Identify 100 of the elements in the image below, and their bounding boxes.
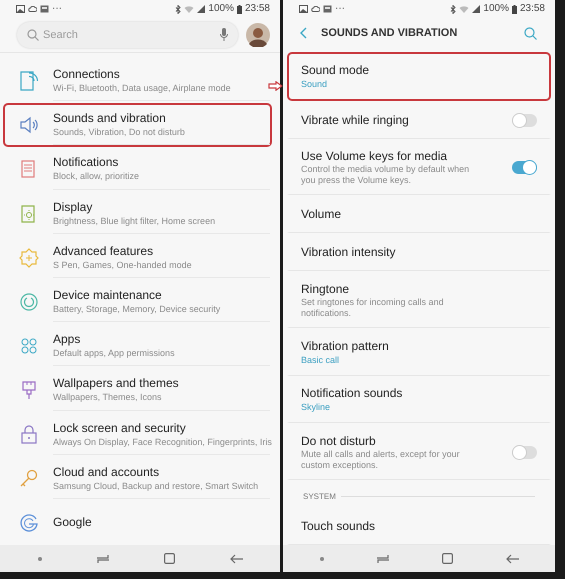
settings-item[interactable]: Use Volume keys for media Control the media volume by default when you press the Volume keys. (287, 138, 551, 196)
search-icon (27, 28, 39, 40)
settings-item[interactable]: Sound mode Sound (287, 52, 551, 101)
settings-item[interactable]: Device maintenance Battery, Storage, Memory, Device security (3, 280, 272, 324)
item-title: Vibration intensity (301, 245, 396, 260)
item-subtitle: Always On Display, Face Recognition, Fingerprints, Iris (53, 436, 270, 448)
item-subtitle: Default apps, App permissions (53, 347, 176, 360)
microphone-icon[interactable] (220, 28, 228, 41)
cloud-icon (28, 6, 37, 12)
avatar[interactable] (246, 22, 270, 46)
settings-item[interactable]: Do not disturb Mute all calls and alerts, except for your custom exceptions. (287, 423, 551, 480)
recent-apps-icon[interactable] (96, 554, 108, 564)
item-title: Advanced features (53, 244, 154, 259)
toggle-switch[interactable] (512, 160, 537, 174)
dot-icon[interactable] (320, 556, 324, 560)
battery-percentage: 100% (483, 4, 509, 14)
gear-plus-icon (18, 246, 40, 269)
item-title: Google (53, 515, 93, 530)
item-title: Cloud and accounts (53, 464, 160, 480)
item-title: Vibrate while ringing (301, 112, 410, 128)
settings-item[interactable]: Apps Default apps, App permissions (3, 324, 272, 368)
item-title: Sound mode (301, 62, 370, 78)
item-title: Sounds and vibration (53, 111, 167, 126)
settings-item[interactable]: Advanced features S Pen, Games, One-handed mode (3, 236, 272, 280)
mail-icon (323, 5, 332, 13)
back-icon[interactable] (299, 27, 307, 39)
image-icon (16, 5, 25, 13)
recent-apps-icon[interactable] (376, 554, 388, 564)
item-title: Wallpapers and themes (53, 376, 180, 392)
settings-item[interactable]: Google (3, 500, 272, 545)
dot-icon[interactable] (38, 556, 42, 560)
item-title: Touch sounds (301, 518, 376, 534)
battery-icon (236, 4, 242, 14)
item-description: Mute all calls and alerts, except for your custom exceptions. (301, 448, 461, 471)
toggle-switch[interactable] (512, 446, 537, 459)
clock: 23:58 (520, 4, 545, 14)
screen-title: SOUNDS AND VIBRATION (321, 27, 458, 39)
clock: 23:58 (244, 4, 270, 14)
settings-item[interactable]: Vibration pattern Basic call (287, 328, 551, 376)
item-description: Set ringtones for incoming calls and notifications. (301, 296, 445, 319)
home-icon[interactable] (164, 553, 174, 564)
google-icon (18, 512, 40, 534)
signal-document-icon (18, 70, 40, 92)
overflow-indicator: ··· (52, 4, 62, 14)
settings-item[interactable]: Vibrate while ringing (287, 100, 551, 139)
settings-item[interactable]: Sounds and vibration Sounds, Vibration, Do not disturb (3, 103, 272, 148)
item-title: Device maintenance (53, 288, 163, 304)
settings-item[interactable]: Notification sounds Skyline (287, 376, 551, 424)
maintenance-icon (18, 291, 40, 314)
item-title: Ringtone (301, 282, 350, 297)
back-icon[interactable] (506, 554, 518, 564)
back-icon[interactable] (230, 554, 242, 564)
mail-icon (40, 5, 49, 13)
item-title: Vibration pattern (301, 338, 390, 354)
signal-icon (197, 5, 206, 13)
item-description: Control the media volume by default when you press the Volume keys. (301, 164, 470, 186)
item-title: Notification sounds (301, 386, 404, 402)
signal-icon (472, 5, 480, 13)
battery-percentage: 100% (208, 4, 234, 14)
home-icon[interactable] (442, 553, 452, 564)
item-title: Use Volume keys for media (301, 148, 448, 164)
toggle-switch[interactable] (512, 114, 537, 127)
item-subtitle: S Pen, Games, One-handed mode (53, 258, 193, 271)
item-value: Sound (301, 78, 328, 90)
search-bar[interactable]: Search (17, 22, 238, 48)
settings-item[interactable]: Volume (287, 195, 551, 234)
item-subtitle: Sounds, Vibration, Do not disturb (53, 126, 186, 138)
bluetooth-icon (450, 4, 456, 14)
item-value: Skyline (301, 401, 332, 414)
settings-item[interactable]: Notifications Block, allow, prioritize (3, 147, 272, 192)
item-subtitle: Wallpapers, Themes, Icons (53, 391, 163, 404)
wifi-icon (459, 5, 470, 13)
item-subtitle: Block, allow, prioritize (53, 170, 140, 182)
settings-item[interactable]: Ringtone Set ringtones for incoming calls and notifications. (287, 271, 551, 328)
item-title: Volume (301, 207, 342, 222)
battery-icon (512, 4, 517, 14)
bluetooth-icon (175, 4, 182, 14)
settings-item[interactable]: Lock screen and security Always On Display, Face Recognition, Fingerprints, Iris (3, 412, 272, 457)
settings-item[interactable]: Display Brightness, Blue light filter, Home screen (3, 192, 272, 236)
settings-item[interactable]: Vibration intensity (287, 233, 551, 272)
cloud-icon (311, 6, 320, 12)
search-icon[interactable] (524, 26, 537, 40)
item-title: Display (53, 200, 94, 215)
item-title: Notifications (53, 155, 120, 170)
search-input[interactable]: Search (43, 28, 216, 40)
item-subtitle: Wi-Fi, Bluetooth, Data usage, Airplane mode (53, 82, 232, 94)
item-title: Do not disturb (301, 434, 377, 449)
item-subtitle: Samsung Cloud, Backup and restore, Smart Switch (53, 480, 260, 492)
overflow-indicator: ··· (335, 4, 345, 14)
wifi-icon (184, 5, 194, 13)
item-subtitle: Brightness, Blue light filter, Home screen (53, 214, 216, 227)
image-icon (299, 5, 308, 13)
item-subtitle: Battery, Storage, Memory, Device security (53, 303, 222, 316)
section-header: SYSTEM (303, 492, 336, 501)
settings-item[interactable]: Cloud and accounts Samsung Cloud, Backup and restore, Smart Switch (3, 456, 272, 501)
settings-item[interactable]: Wallpapers and themes Wallpapers, Themes, Icons (3, 368, 272, 412)
item-value: Basic call (301, 354, 340, 366)
item-title: Apps (53, 332, 82, 348)
settings-item[interactable]: Connections Wi-Fi, Bluetooth, Data usage, Airplane mode (3, 59, 272, 104)
item-title: Connections (53, 67, 121, 82)
